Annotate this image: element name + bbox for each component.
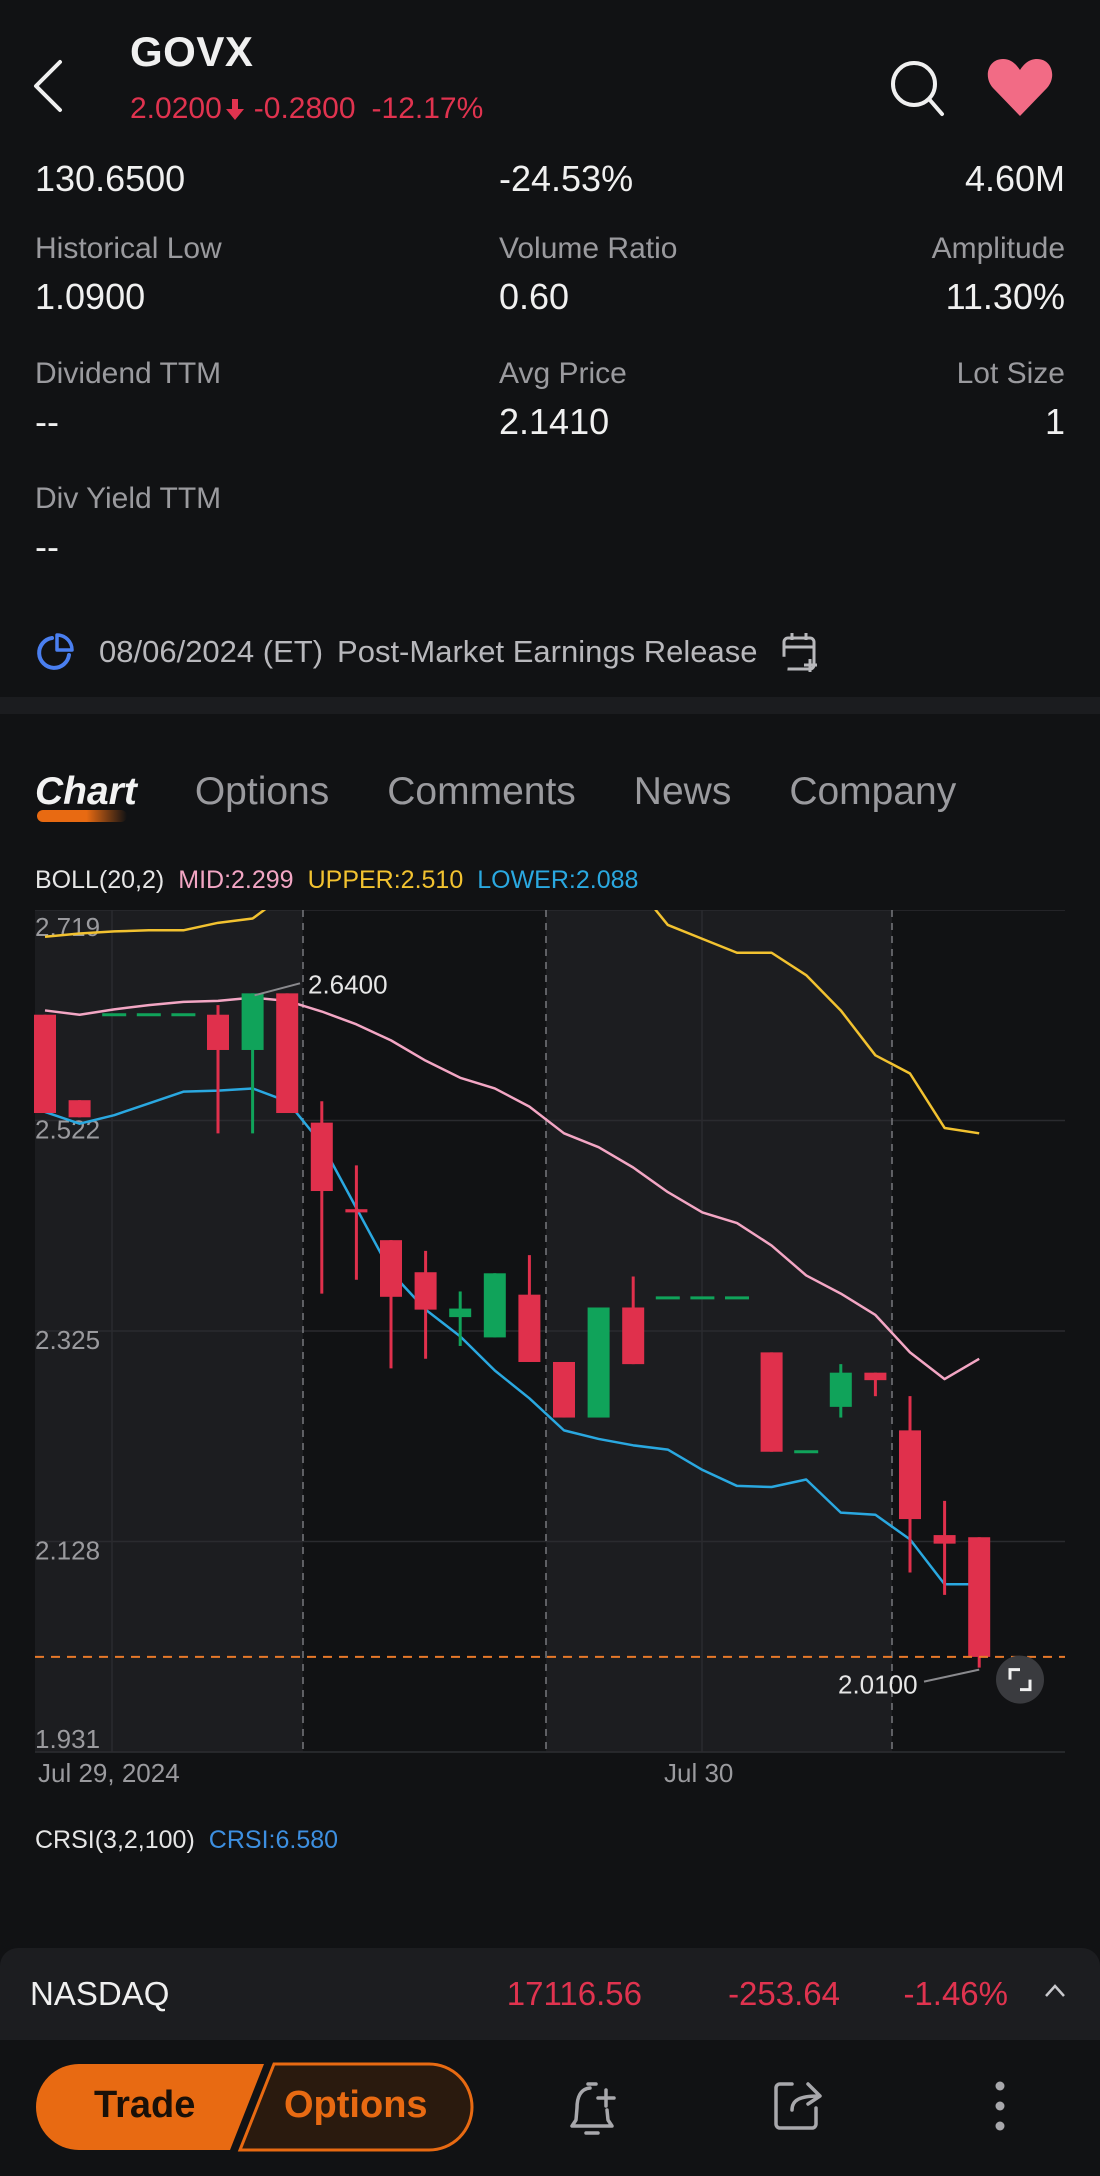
bottom-action-bar: Trade Options bbox=[0, 2040, 1100, 2176]
boll-lower: LOWER:2.088 bbox=[477, 866, 639, 894]
candle-up bbox=[241, 993, 264, 1050]
tab-comments[interactable]: Comments bbox=[387, 770, 576, 814]
stat-dividend-ttm: Dividend TTM -- bbox=[35, 357, 222, 442]
earnings-banner[interactable]: 08/06/2024 (ET) Post-Market Earnings Rel… bbox=[35, 624, 819, 680]
arrow-down-icon bbox=[225, 99, 244, 120]
earnings-event: Post-Market Earnings Release bbox=[337, 634, 758, 669]
price-change-pct: -12.17% bbox=[371, 92, 484, 125]
stat-top-1: 130.6500 bbox=[35, 158, 186, 199]
candle-down bbox=[968, 1537, 991, 1657]
candlestick-chart-svg[interactable]: 2.7192.5222.3252.1281.931 2.64002.0100 J… bbox=[0, 909, 1100, 1964]
back-icon[interactable] bbox=[30, 58, 70, 114]
options-button[interactable]: Options bbox=[284, 2084, 428, 2127]
bell-add-icon[interactable] bbox=[568, 2080, 620, 2136]
stat-top-2: -24.53% bbox=[499, 158, 634, 199]
more-vertical-icon[interactable] bbox=[990, 2080, 1010, 2136]
index-name: NASDAQ bbox=[30, 1975, 170, 2012]
quote-line: 2.0200 -0.2800 -12.17% bbox=[130, 92, 483, 126]
crsi-value: CRSI:6.580 bbox=[208, 1826, 339, 1854]
fullscreen-button bbox=[996, 1655, 1044, 1704]
chevron-up-icon[interactable] bbox=[1042, 1978, 1068, 2004]
calendar-add-icon[interactable] bbox=[781, 631, 819, 673]
candle-down bbox=[622, 1307, 645, 1365]
x-tick-label: Jul 30 bbox=[664, 1758, 733, 1788]
candle-down bbox=[553, 1361, 575, 1418]
tab-chart[interactable]: Chart bbox=[35, 770, 137, 822]
candle-down bbox=[207, 1014, 229, 1050]
candle-down bbox=[518, 1294, 541, 1362]
candle-down bbox=[345, 1209, 368, 1213]
stat-lot-size: Lot Size 1 bbox=[956, 357, 1065, 442]
candle-up bbox=[449, 1308, 472, 1318]
candle-up bbox=[829, 1372, 852, 1407]
boll-upper: UPPER:2.510 bbox=[307, 866, 464, 894]
tab-company[interactable]: Company bbox=[789, 770, 956, 814]
header: GOVX 2.0200 -0.2800 -12.17% bbox=[0, 0, 1100, 160]
candle-down bbox=[933, 1535, 956, 1544]
candle-down bbox=[899, 1430, 921, 1520]
index-ticker-bar[interactable]: NASDAQ 17116.56 -253.64 -1.46% bbox=[0, 1948, 1100, 2040]
candle-up bbox=[483, 1273, 506, 1338]
earnings-date: 08/06/2024 (ET) bbox=[99, 634, 324, 669]
candle-down bbox=[276, 993, 299, 1114]
ticker-symbol: GOVX bbox=[130, 28, 254, 75]
section-divider bbox=[0, 697, 1100, 714]
candle-down bbox=[68, 1100, 91, 1118]
heart-icon[interactable] bbox=[985, 56, 1055, 118]
candle-down bbox=[414, 1272, 437, 1310]
y-tick-label: 2.325 bbox=[35, 1325, 100, 1355]
index-change-pct: -1.46% bbox=[903, 1975, 1008, 2012]
price-change: -0.2800 bbox=[253, 92, 356, 125]
high-price-label: 2.6400 bbox=[308, 969, 388, 999]
index-value: 17116.56 bbox=[506, 1975, 642, 2012]
candle-down bbox=[380, 1240, 402, 1297]
share-icon[interactable] bbox=[772, 2080, 824, 2132]
x-tick-label: Jul 29, 2024 bbox=[38, 1758, 180, 1788]
crsi-name: CRSI(3,2,100) bbox=[35, 1826, 195, 1854]
trade-options-group: Trade Options bbox=[34, 2062, 474, 2152]
boll-legend[interactable]: BOLL(20,2) MID:2.299 UPPER:2.510 LOWER:2… bbox=[35, 866, 638, 895]
candle-down bbox=[864, 1372, 887, 1381]
pie-chart-icon bbox=[37, 633, 74, 670]
stat-top-3: 4.60M bbox=[964, 158, 1065, 199]
crsi-legend[interactable]: CRSI(3,2,100) CRSI:6.580 bbox=[35, 1826, 338, 1855]
tab-bar: Chart Options Comments News Company bbox=[35, 770, 1014, 822]
boll-name: BOLL(20,2) bbox=[35, 866, 165, 894]
candle-down bbox=[760, 1352, 783, 1452]
last-price: 2.0200 bbox=[130, 92, 222, 125]
y-tick-label: 1.931 bbox=[35, 1724, 100, 1754]
tab-options[interactable]: Options bbox=[195, 770, 329, 814]
tab-news[interactable]: News bbox=[634, 770, 732, 814]
y-tick-label: 2.128 bbox=[35, 1536, 100, 1566]
stat-avg-price: Avg Price 2.1410 bbox=[499, 357, 627, 442]
trade-button[interactable]: Trade bbox=[94, 2084, 195, 2127]
candle-down bbox=[34, 1014, 56, 1114]
y-tick-label: 2.719 bbox=[35, 912, 100, 942]
stat-volume-ratio: Volume Ratio 0.60 bbox=[499, 232, 678, 317]
index-change: -253.64 bbox=[728, 1975, 840, 2012]
stat-historical-low: Historical Low 1.0900 bbox=[35, 232, 222, 317]
candle-down bbox=[310, 1122, 333, 1192]
boll-mid: MID:2.299 bbox=[178, 866, 294, 894]
low-price-label: 2.0100 bbox=[838, 1670, 918, 1700]
stat-div-yield-ttm: Div Yield TTM -- bbox=[35, 482, 222, 567]
price-chart[interactable]: 2.719 2.522 2.325 2.128 1.931 2.6400 2.0100 J… bbox=[0, 909, 1100, 1964]
candle-up bbox=[587, 1307, 610, 1418]
search-icon[interactable] bbox=[888, 58, 948, 118]
stat-amplitude: Amplitude 11.30% bbox=[931, 232, 1065, 317]
